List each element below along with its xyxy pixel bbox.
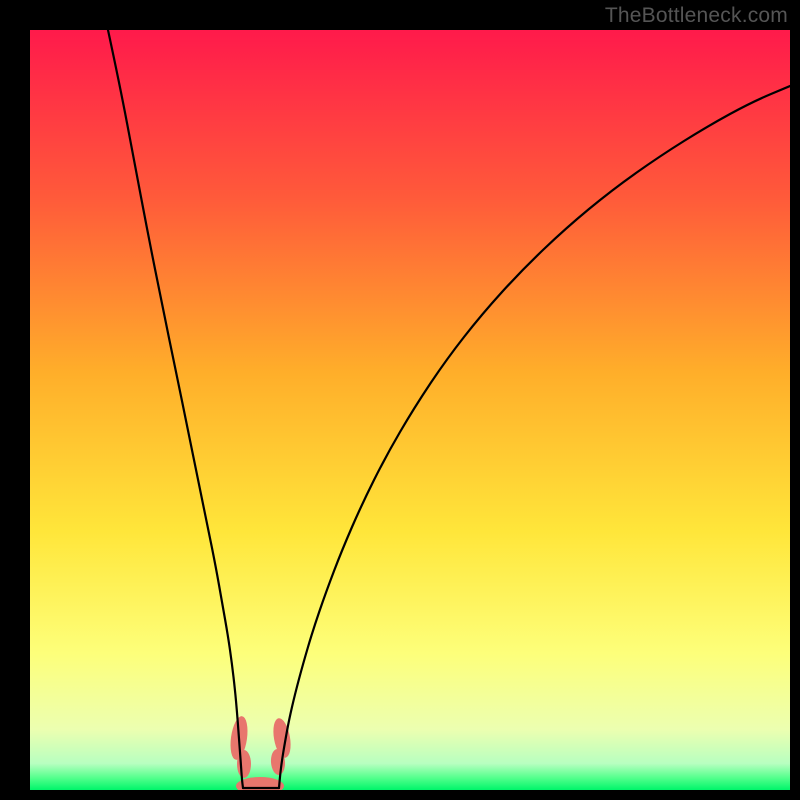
chart-container: TheBottleneck.com — [0, 0, 800, 800]
bottleneck-chart — [0, 0, 800, 800]
plot-background — [30, 30, 790, 790]
watermark-text: TheBottleneck.com — [605, 4, 788, 28]
